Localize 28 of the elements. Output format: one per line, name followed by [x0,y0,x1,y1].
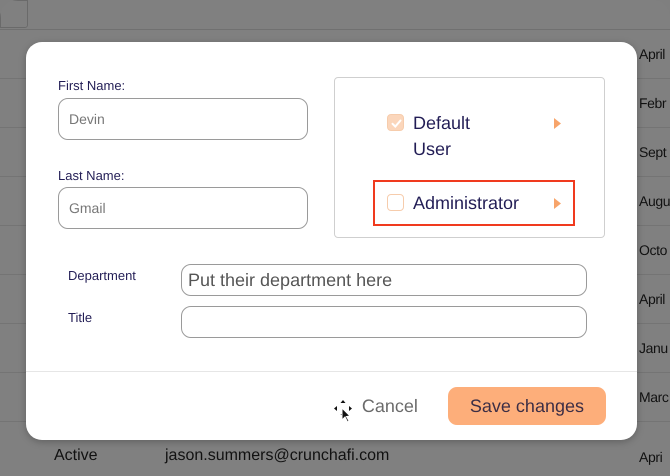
field-label: Last Name: [58,166,126,184]
input-field[interactable]: Devin [58,98,308,140]
caret-icon[interactable] [554,198,561,209]
table-cell-text: Sept [639,142,666,162]
table-cell-text: Febr [639,94,666,112]
table-cell-text: Active [54,446,98,466]
table-cell-text: Marc [639,388,669,406]
role-label[interactable]: Administrator [413,190,520,216]
table-cell-text: Augu [639,192,670,211]
input-field[interactable]: Gmail [58,187,308,229]
role-label[interactable]: Default User [413,110,493,162]
field-label: First Name: [58,77,126,95]
table-cell-text: April [639,290,666,309]
caret-icon[interactable] [554,118,561,129]
input-field[interactable] [181,306,587,338]
field-label: Department [67,267,137,285]
table-cell-text: Apri [639,448,662,467]
table-cell-text: Janu [639,338,668,358]
checkbox[interactable] [387,194,404,211]
move-cursor-icon [334,400,354,422]
table-cell-text: April [639,44,666,64]
input-field[interactable]: Put their department here [181,264,587,296]
table-cell-text: jason.summers@crunchafi.com [165,446,390,466]
save-button[interactable]: Save changes [448,387,606,425]
field-label: Title [67,309,94,327]
cancel-button[interactable]: Cancel [350,386,430,426]
table-cell-text: Octo [639,240,667,260]
checkbox[interactable] [387,114,404,131]
